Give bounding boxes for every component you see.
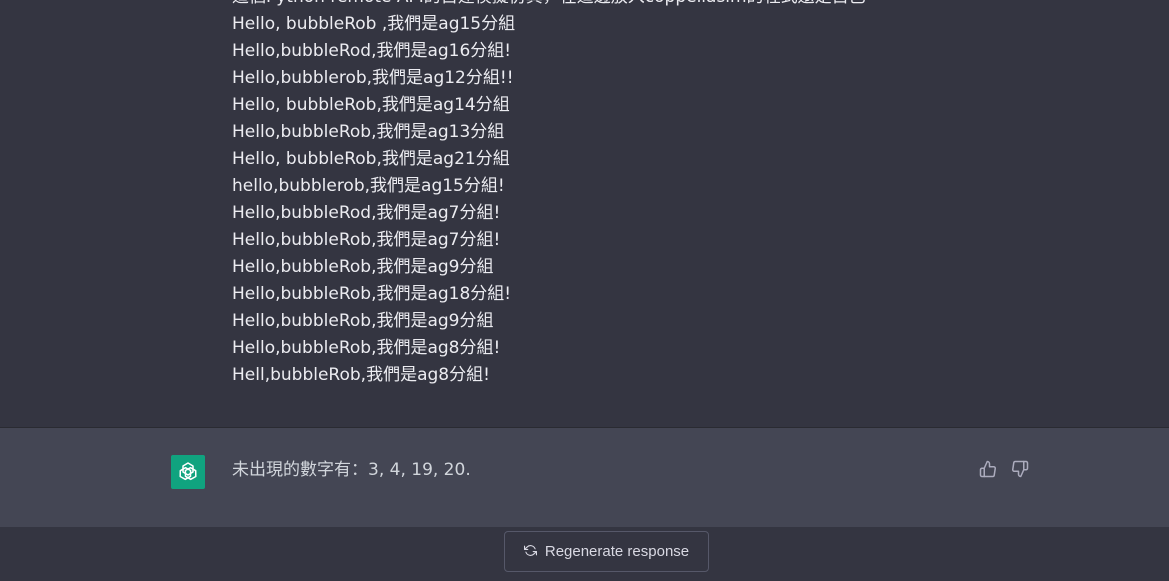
user-message-line: Hello,bubbleRob,我們是ag13分組 [232, 122, 505, 142]
regenerate-response-label: Regenerate response [544, 543, 690, 560]
composer-area: Regenerate response [0, 527, 1169, 581]
user-message-line: Hello,bubbleRob,我們是ag18分組! [232, 284, 512, 304]
regenerate-response-button[interactable]: Regenerate response [504, 531, 709, 572]
user-message-line: Hello,bubbleRob,我們是ag9分組 [232, 257, 494, 277]
user-message-line: Hello,bubbleRob,我們是ag8分組! [232, 338, 501, 358]
openai-logo-icon [171, 455, 205, 489]
user-message: 這個Python remote API的自建模擬仿真，在這邊放入coppelia… [0, 0, 1169, 427]
chat-page: 這個Python remote API的自建模擬仿真，在這邊放入coppelia… [0, 0, 1169, 581]
assistant-message: 未出現的數字有：3, 4, 19, 20. [0, 428, 1169, 527]
user-message-line: Hello,bubbleRob,我們是ag9分組 [232, 311, 494, 331]
thumbs-up-icon[interactable] [977, 458, 999, 480]
thumbs-down-icon[interactable] [1009, 458, 1031, 480]
user-message-line: Hello, bubbleRob,我們是ag14分組 [232, 95, 510, 115]
user-message-line: Hello, bubbleRob ,我們是ag15分組 [232, 14, 516, 34]
user-message-line: Hello, bubbleRob,我們是ag21分組 [232, 149, 510, 169]
user-message-line: Hello,bubbleRob,我們是ag7分組! [232, 230, 501, 250]
refresh-icon [523, 542, 537, 561]
user-message-line: hello,bubblerob,我們是ag15分組! [232, 176, 505, 196]
user-message-line: 這個Python remote API的自建模擬仿真，在這邊放入coppelia… [232, 0, 1112, 11]
user-message-line: Hello,bubblerob,我們是ag12分組!! [232, 68, 514, 88]
user-message-text: 這個Python remote API的自建模擬仿真，在這邊放入coppelia… [232, 0, 1112, 389]
assistant-message-text: 未出現的數字有：3, 4, 19, 20. [232, 460, 471, 480]
user-message-line: Hell,bubbleRob,我們是ag8分組! [232, 365, 490, 385]
user-message-line: Hello,bubbleRod,我們是ag16分組! [232, 41, 512, 61]
user-message-line: Hello,bubbleRod,我們是ag7分組! [232, 203, 501, 223]
